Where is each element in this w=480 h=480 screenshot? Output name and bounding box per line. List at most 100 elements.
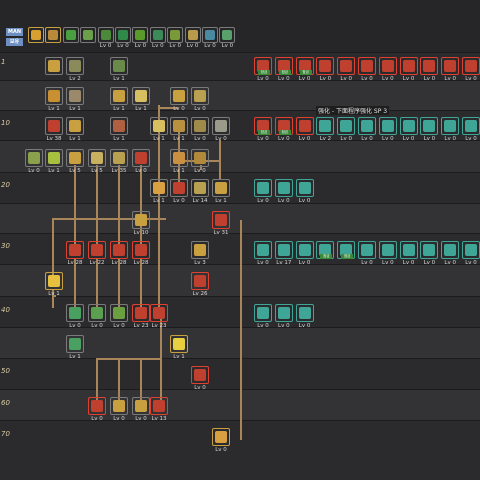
enhance-skill-slot[interactable] — [399, 241, 418, 259]
header-skill-slot[interactable] — [97, 27, 114, 43]
enhance-skill-slot[interactable] — [378, 117, 397, 135]
skill-slot[interactable] — [66, 149, 84, 167]
skill-slot[interactable] — [66, 117, 84, 135]
enhance-skill-slot[interactable] — [358, 241, 376, 259]
skill-slot[interactable] — [110, 57, 128, 75]
enhance-skill-slot[interactable]: 잠금 — [337, 241, 356, 259]
enhance-skill-slot[interactable]: 잠금 — [316, 241, 335, 259]
enhance-skill-slot[interactable] — [254, 304, 272, 322]
skill-slot[interactable] — [191, 117, 209, 135]
header-skill-slot[interactable] — [62, 27, 79, 43]
header-skill-slot[interactable] — [28, 27, 44, 43]
enhance-skill-slot[interactable] — [378, 57, 397, 75]
skill-slot[interactable] — [150, 117, 168, 135]
enhance-skill-slot[interactable] — [337, 117, 356, 135]
skill-slot[interactable] — [88, 397, 106, 415]
skill-slot[interactable] — [66, 241, 84, 259]
skill-slot[interactable] — [191, 179, 209, 197]
enhance-skill-slot[interactable] — [358, 117, 376, 135]
skill-slot[interactable] — [88, 241, 106, 259]
skill-slot[interactable] — [45, 57, 63, 75]
enhance-skill-slot[interactable] — [295, 304, 314, 322]
enhance-skill-slot[interactable] — [420, 57, 439, 75]
skill-slot[interactable] — [191, 366, 209, 384]
enhance-skill-slot[interactable] — [462, 117, 480, 135]
skill-slot[interactable] — [170, 179, 188, 197]
skill-slot[interactable] — [110, 117, 128, 135]
enhance-skill-slot[interactable] — [441, 117, 460, 135]
skill-slot[interactable] — [45, 272, 63, 290]
enhance-skill-slot[interactable] — [462, 57, 480, 75]
skill-slot[interactable] — [66, 304, 84, 322]
skill-slot[interactable] — [66, 57, 84, 75]
enhance-skill-slot[interactable] — [274, 179, 293, 197]
skill-slot[interactable] — [88, 304, 106, 322]
skill-slot[interactable] — [110, 87, 128, 105]
enhance-skill-slot[interactable] — [274, 241, 293, 259]
skill-slot[interactable] — [132, 87, 150, 105]
skill-slot[interactable] — [150, 304, 168, 322]
skill-slot[interactable] — [45, 117, 63, 135]
enhance-skill-slot[interactable]: 잠금 — [254, 117, 272, 135]
skill-slot[interactable] — [191, 272, 209, 290]
skill-slot[interactable] — [45, 149, 63, 167]
enhance-skill-slot[interactable] — [399, 117, 418, 135]
enhance-skill-slot[interactable] — [441, 57, 460, 75]
enhance-skill-slot[interactable]: 잠금 — [274, 117, 293, 135]
skill-slot[interactable] — [132, 241, 150, 259]
skill-slot[interactable] — [66, 87, 84, 105]
enhance-skill-slot[interactable] — [295, 117, 314, 135]
skill-slot[interactable] — [132, 397, 150, 415]
skill-slot[interactable] — [66, 335, 84, 353]
header-skill-slot[interactable] — [149, 27, 166, 43]
skill-slot[interactable] — [191, 241, 209, 259]
skill-slot[interactable] — [132, 304, 150, 322]
skill-slot[interactable] — [132, 211, 150, 229]
skill-slot[interactable] — [170, 117, 188, 135]
skill-slot[interactable] — [191, 149, 209, 167]
skill-slot[interactable] — [170, 87, 188, 105]
header-skill-slot[interactable] — [184, 27, 201, 43]
skill-slot[interactable] — [212, 117, 230, 135]
enhance-skill-slot[interactable] — [295, 241, 314, 259]
skill-slot[interactable] — [88, 149, 106, 167]
enhance-skill-slot[interactable] — [358, 57, 376, 75]
enhance-skill-slot[interactable] — [462, 241, 480, 259]
enhance-skill-slot[interactable] — [254, 179, 272, 197]
skill-slot[interactable] — [170, 149, 188, 167]
enhance-skill-slot[interactable]: 잠금 — [254, 57, 272, 75]
enhance-skill-slot[interactable] — [254, 241, 272, 259]
header-skill-slot[interactable] — [219, 27, 236, 43]
enhance-skill-slot[interactable] — [420, 241, 439, 259]
header-skill-slot[interactable] — [115, 27, 131, 43]
enhance-skill-slot[interactable] — [441, 241, 460, 259]
skill-slot[interactable] — [110, 304, 128, 322]
enhance-skill-slot[interactable] — [274, 304, 293, 322]
skill-slot[interactable] — [191, 87, 209, 105]
enhance-skill-slot[interactable]: 잠금 — [274, 57, 293, 75]
skill-slot[interactable] — [212, 179, 230, 197]
enhance-skill-slot[interactable] — [399, 57, 418, 75]
skill-slot[interactable] — [150, 397, 168, 415]
header-skill-slot[interactable] — [167, 27, 184, 43]
skill-slot[interactable] — [110, 241, 128, 259]
header-skill-slot[interactable] — [132, 27, 149, 43]
enhance-skill-slot[interactable] — [316, 57, 335, 75]
skill-slot[interactable] — [45, 87, 63, 105]
skill-slot[interactable] — [110, 397, 128, 415]
header-skill-slot[interactable] — [202, 27, 218, 43]
enhance-skill-slot[interactable] — [337, 57, 356, 75]
skill-slot[interactable] — [212, 211, 230, 229]
skill-slot[interactable] — [170, 335, 188, 353]
skill-slot[interactable] — [25, 149, 43, 167]
skill-slot[interactable] — [132, 149, 150, 167]
skill-slot[interactable] — [150, 179, 168, 197]
skill-slot[interactable] — [212, 428, 230, 446]
skill-slot[interactable] — [110, 149, 128, 167]
enhance-skill-slot[interactable] — [378, 241, 397, 259]
enhance-skill-slot[interactable] — [316, 117, 335, 135]
enhance-skill-slot[interactable]: 잠금 — [295, 57, 314, 75]
enhance-skill-slot[interactable] — [420, 117, 439, 135]
header-skill-slot[interactable] — [45, 27, 62, 43]
enhance-skill-slot[interactable] — [295, 179, 314, 197]
